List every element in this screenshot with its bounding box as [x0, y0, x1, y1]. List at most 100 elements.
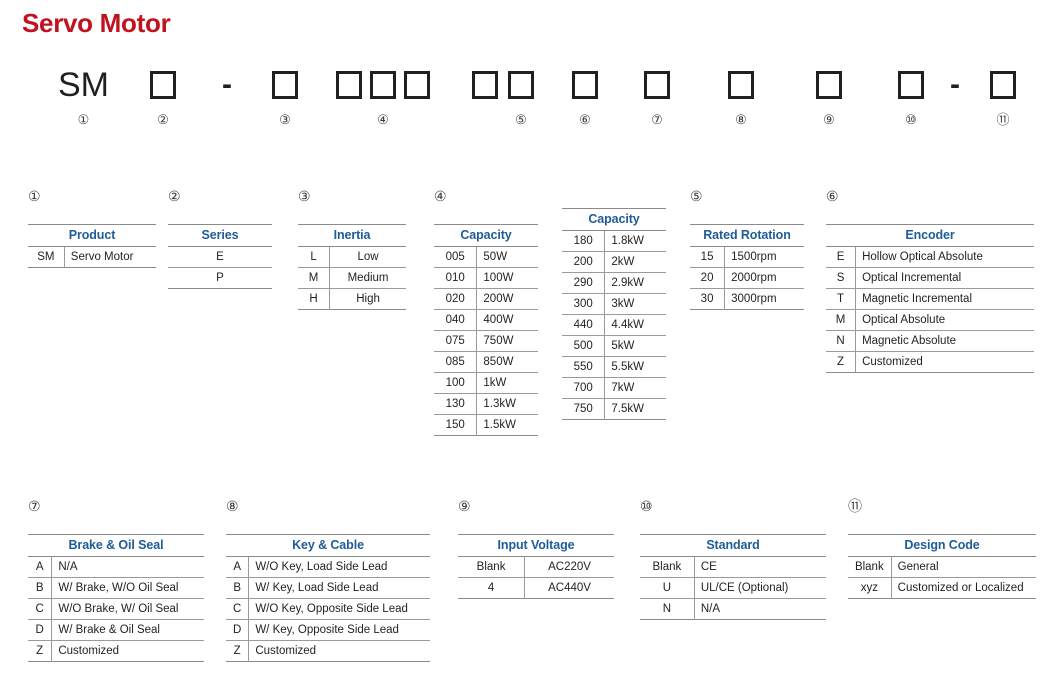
spec-code: M	[298, 267, 331, 289]
spec-code: 075	[434, 330, 478, 352]
spec-table-header: Capacity	[434, 224, 538, 247]
spec-description: 2000rpm	[724, 267, 804, 289]
model-code-segment-11: ⑦	[644, 63, 670, 127]
table-row: T Magnetic Incremental	[826, 288, 1034, 310]
model-code-segment-15: -	[950, 63, 960, 113]
table-row: C W/O Key, Opposite Side Lead	[226, 598, 430, 620]
spec-table-input-voltage: Input Voltage Blank AC220V 4 AC440V	[458, 534, 614, 599]
spec-description: N/A	[51, 556, 204, 578]
table-row: 150 1.5kW	[434, 414, 538, 436]
spec-code: 020	[434, 288, 478, 310]
spec-block-series: ② Series E P	[168, 188, 272, 289]
spec-code: Blank	[458, 556, 526, 578]
spec-code: 010	[434, 267, 478, 289]
spec-code: 30	[690, 288, 726, 310]
spec-description: 2.9kW	[604, 272, 666, 294]
model-code-placeholder-box	[572, 71, 598, 99]
model-code-segment-16: ⑪	[990, 63, 1016, 127]
spec-code: A	[226, 556, 250, 578]
spec-description: N/A	[700, 603, 720, 615]
spec-description: 4.4kW	[604, 314, 666, 336]
spec-block-key-cable: ⑧ Key & Cable A W/O Key, Load Side Lead B W/ …	[226, 498, 430, 662]
spec-table-header: Series	[168, 224, 272, 247]
table-row: 550 5.5kW	[562, 356, 666, 378]
model-code-index-marker: ⑤	[515, 112, 527, 127]
spec-code: B	[28, 577, 53, 599]
table-row: H High	[298, 288, 406, 310]
model-code-prefix: SM	[58, 66, 109, 104]
spec-description: W/O Key, Opposite Side Lead	[248, 598, 430, 620]
spec-table-header: Rated Rotation	[690, 224, 804, 247]
spec-code: M	[826, 309, 857, 331]
spec-code: Blank	[640, 556, 695, 578]
spec-code: 700	[562, 377, 606, 399]
spec-description: 5.5kW	[604, 356, 666, 378]
model-code-placeholder-box	[816, 71, 842, 99]
model-code-placeholder-box	[990, 71, 1016, 99]
spec-code: xyz	[848, 577, 892, 599]
spec-code: 100	[434, 372, 478, 394]
table-row: 040 400W	[434, 309, 538, 331]
spec-block-index-marker: ⑪	[848, 498, 862, 514]
spec-block-brake-oil-seal: ⑦ Brake & Oil Seal A N/A B W/ Brake, W/O Oil …	[28, 498, 204, 662]
spec-table-header: Input Voltage	[458, 534, 614, 557]
spec-description: W/ Key, Load Side Lead	[248, 577, 430, 599]
spec-block-encoder: ⑥ Encoder E Hollow Optical Absolute S Optical…	[826, 188, 1034, 373]
spec-description: High	[356, 293, 380, 305]
spec-description: CE	[694, 556, 826, 578]
table-row: B W/ Brake, W/O Oil Seal	[28, 577, 204, 599]
spec-block-index-marker: ⑧	[226, 498, 239, 514]
spec-table-capacity: Capacity 180 1.8kW 200 2kW 290 2.9kW 300 3kW 440 4…	[562, 208, 666, 420]
spec-description: 1.3kW	[476, 393, 538, 415]
spec-block-index-marker: ③	[298, 188, 311, 204]
spec-description: Optical Absolute	[855, 309, 1034, 331]
table-row: 020 200W	[434, 288, 538, 310]
model-code-placeholder-box	[370, 71, 396, 99]
model-code-segment-14: ⑩	[898, 63, 924, 127]
spec-code: Z	[28, 640, 53, 662]
spec-code: H	[298, 288, 331, 310]
spec-code: 040	[434, 309, 478, 331]
table-row: D W/ Key, Opposite Side Lead	[226, 619, 430, 641]
table-row: 15 1500rpm	[690, 246, 804, 268]
table-row: C W/O Brake, W/ Oil Seal	[28, 598, 204, 620]
spec-block-index-marker: ①	[28, 188, 41, 204]
spec-code: 550	[562, 356, 606, 378]
table-row: M Optical Absolute	[826, 309, 1034, 331]
table-row: A N/A	[28, 556, 204, 578]
spec-code: Z	[826, 351, 857, 373]
spec-code: U	[640, 577, 695, 599]
spec-description: Magnetic Absolute	[855, 330, 1034, 352]
table-row: U UL/CE (Optional)	[640, 577, 826, 599]
table-row: E Hollow Optical Absolute	[826, 246, 1034, 268]
model-code-index-marker: ⑨	[823, 112, 835, 127]
table-row: Z Customized	[28, 640, 204, 662]
spec-code: D	[28, 619, 53, 641]
table-row: 200 2kW	[562, 251, 666, 273]
spec-table-capacity: Capacity 005 50W 010 100W 020 200W 040 400W 075 75…	[434, 224, 538, 436]
spec-code: 180	[562, 230, 606, 252]
model-code-placeholder-box	[644, 71, 670, 99]
spec-code: 085	[434, 351, 478, 373]
spec-code: D	[226, 619, 250, 641]
spec-table-standard: Standard Blank CE U UL/CE (Optional) N N/A	[640, 534, 826, 620]
table-row: 440 4.4kW	[562, 314, 666, 336]
model-code-placeholder-box	[728, 71, 754, 99]
spec-table-header: Standard	[640, 534, 826, 557]
table-row: 500 5kW	[562, 335, 666, 357]
spec-block-index-marker: ⑤	[690, 188, 703, 204]
table-row: Blank AC220V	[458, 556, 614, 578]
table-row: Z Customized	[226, 640, 430, 662]
spec-description: AC220V	[524, 556, 614, 578]
spec-table-encoder: Encoder E Hollow Optical Absolute S Optical …	[826, 224, 1034, 373]
model-code-segment-12: ⑧	[728, 63, 754, 127]
spec-block-inertia: ③ Inertia L Low M Medium H High	[298, 188, 406, 310]
model-code-segment-6: ④	[370, 63, 396, 127]
spec-code: 005	[434, 246, 478, 268]
spec-code: 750	[562, 398, 606, 420]
model-code-index-marker: ⑩	[905, 112, 917, 127]
spec-description: W/O Brake, W/ Oil Seal	[51, 598, 204, 620]
spec-code: 500	[562, 335, 606, 357]
model-code-placeholder-box	[272, 71, 298, 99]
table-row: 010 100W	[434, 267, 538, 289]
